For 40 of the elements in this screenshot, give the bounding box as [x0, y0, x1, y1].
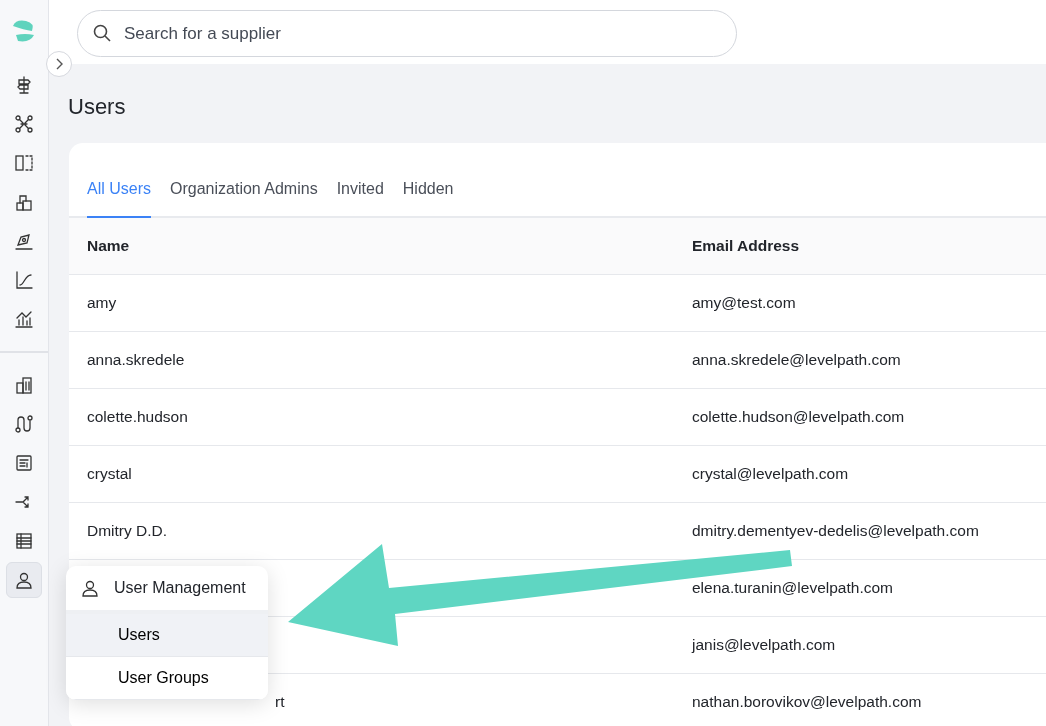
user-email: nathan.borovikov@levelpath.com [692, 693, 922, 711]
user-name: Dmitry D.D. [87, 522, 168, 540]
menu-item[interactable]: Users [66, 614, 268, 657]
columns-icon [14, 153, 34, 173]
document-icon [14, 453, 34, 473]
user-email: anna.skredele@levelpath.com [692, 351, 901, 369]
page-title: Users [68, 93, 127, 121]
user-name: anna.skredele [87, 351, 185, 369]
search-icon [93, 24, 111, 42]
user-email: crystal@levelpath.com [692, 465, 849, 483]
curve-chart-icon [14, 270, 34, 290]
user-email: elena.turanin@levelpath.com [692, 579, 893, 597]
user-name: colette.hudson [87, 408, 188, 426]
tab[interactable]: Hidden [402, 167, 454, 218]
collapse-toggle[interactable] [46, 51, 72, 77]
building-icon [14, 375, 34, 395]
table-icon [14, 531, 34, 551]
user-name: rt [275, 693, 285, 711]
pen-icon [14, 231, 34, 251]
menu-title: User Management [114, 578, 246, 598]
user-email: janis@levelpath.com [692, 636, 836, 654]
buildings-icon [14, 192, 34, 212]
user-icon [14, 570, 34, 590]
user-email: colette.hudson@levelpath.com [692, 408, 905, 426]
sidebar-user-button[interactable] [6, 562, 42, 598]
network-icon [14, 114, 34, 134]
route-icon [14, 414, 34, 434]
user-name: crystal [87, 465, 132, 483]
column-header: Email Address [692, 237, 800, 255]
column-header: Name [87, 237, 130, 255]
search-field[interactable]: Search for a supplier [77, 10, 737, 57]
user-icon [80, 578, 100, 598]
chevron-right-icon [55, 58, 63, 70]
tab[interactable]: Invited [336, 167, 384, 218]
menu-item[interactable]: User Groups [66, 657, 268, 700]
user-email: dmitry.dementyev-dedelis@levelpath.com [692, 522, 979, 540]
bar-chart-icon [14, 309, 34, 329]
user-name: amy [87, 294, 117, 312]
user-email: amy@test.com [692, 294, 796, 312]
tab[interactable]: Organization Admins [170, 167, 318, 218]
